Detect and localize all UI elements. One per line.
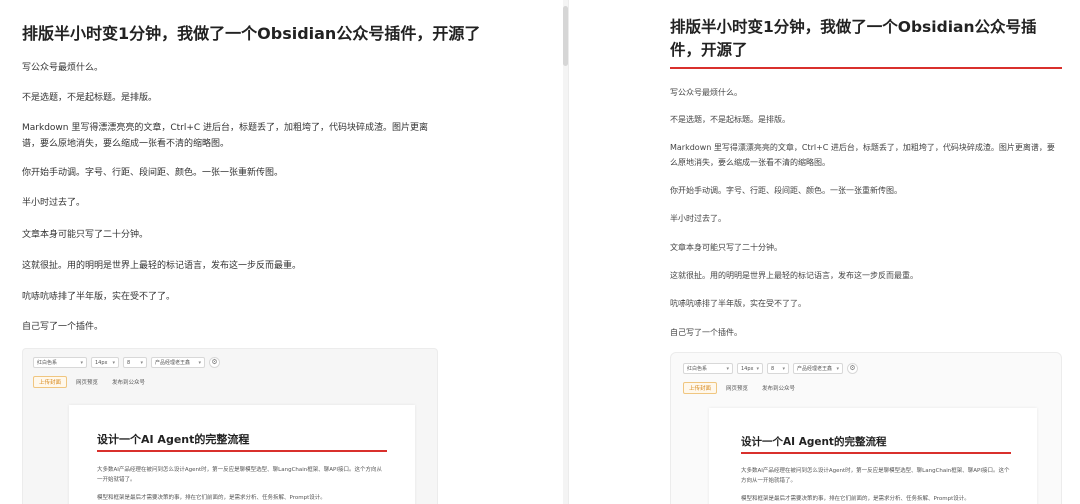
editor-paragraph: 吭哧吭哧排了半年版，实在受不了了。 bbox=[22, 292, 176, 302]
gear-icon: ⚙ bbox=[847, 363, 858, 374]
preview-paragraph: 模型和框架是最后才需要决策的事，排在它们前面的，是需求分析、任务拆解、Promp… bbox=[97, 495, 326, 501]
font-size-select: 14px ▾ bbox=[91, 357, 119, 368]
chevron-down-icon: ▾ bbox=[836, 365, 839, 372]
editor-paragraph: 文章本身可能只写了二十分钟。 bbox=[22, 230, 149, 240]
chevron-down-icon: ▾ bbox=[726, 365, 729, 372]
plugin-screenshot: 红白色系 ▾ 14px ▾ 8 ▾ 产品经理老王鑫 ▾ ⚙ 上传封面 网页预览 发布到公… bbox=[22, 348, 438, 504]
account-select: 产品经理老王鑫 ▾ bbox=[151, 357, 205, 368]
preview-article-paragraph: 写公众号最烦什么。 bbox=[670, 88, 742, 97]
preview-title-underline bbox=[741, 452, 1011, 454]
editor-paragraph: 自己写了一个插件。 bbox=[22, 322, 104, 332]
preview-title: 设计一个AI Agent的完整流程 bbox=[97, 433, 250, 446]
publish-button: 发布到公众号 bbox=[112, 380, 146, 386]
editor-paragraph: 写公众号最烦什么。 bbox=[22, 63, 104, 73]
web-preview-button: 网页预览 bbox=[76, 380, 99, 386]
chevron-down-icon: ▾ bbox=[756, 365, 760, 372]
publish-button: 发布到公众号 bbox=[762, 386, 796, 392]
preview-article-paragraph: 这就很扯。用的明明是世界上最轻的标记语言，发布这一步反而最重。 bbox=[670, 271, 918, 280]
editor-paragraph: 半小时过去了。 bbox=[22, 198, 86, 208]
preview-article-paragraph: 不是选题，不是起标题。是排版。 bbox=[670, 115, 790, 124]
plugin-actions: 上传封面 网页预览 发布到公众号 bbox=[683, 382, 800, 394]
title-underline bbox=[670, 67, 1062, 69]
editor-paragraph: 不是选题，不是起标题。是排版。 bbox=[22, 93, 158, 103]
upload-cover-button: 上传封面 bbox=[683, 382, 718, 394]
plugin-toolbar: 红白色系 ▾ 14px ▾ 8 ▾ 产品经理老王鑫 ▾ ⚙ bbox=[33, 357, 220, 368]
chevron-down-icon: ▾ bbox=[140, 359, 143, 366]
spacing-select: 8 ▾ bbox=[767, 363, 789, 374]
preview-article-paragraph: 文章本身可能只写了二十分钟。 bbox=[670, 243, 782, 252]
preview-paragraph: 模型和框架是最后才需要决策的事，排在它们前面的，是需求分析、任务拆解、Promp… bbox=[741, 496, 970, 502]
preview-article-paragraph: 吭哧吭哧排了半年版，实在受不了了。 bbox=[670, 299, 806, 308]
preview-paragraph: 大多数AI产品经理在被问到怎么设计Agent时，第一反应是聊模型选型、聊Lang… bbox=[741, 468, 1010, 484]
chevron-down-icon: ▾ bbox=[80, 359, 83, 366]
chevron-down-icon: ▾ bbox=[112, 359, 115, 366]
preview-article-paragraph: 你开始手动调。字号、行距、段间距、颜色。一张一张重新传图。 bbox=[670, 186, 902, 195]
font-size-select: 14px ▾ bbox=[737, 363, 763, 374]
plugin-toolbar: 红白色系 ▾ 14px ▾ 8 ▾ 产品经理老王鑫 ▾ ⚙ bbox=[683, 363, 858, 374]
preview-title: 设计一个AI Agent的完整流程 bbox=[741, 436, 887, 448]
preview-card: 设计一个AI Agent的完整流程 大多数AI产品经理在被问到怎么设计Agent… bbox=[709, 408, 1037, 504]
preview-title-underline bbox=[97, 450, 387, 452]
preview-pane[interactable]: 排版半小时变1分钟，我做了一个Obsidian公众号插件，开源了 写公众号最烦什… bbox=[570, 0, 1080, 504]
preview-article-paragraph: 半小时过去了。 bbox=[670, 214, 726, 223]
preview-paragraph: 大多数AI产品经理在被问到怎么设计Agent时，第一反应是聊模型选型、聊Lang… bbox=[97, 467, 382, 483]
preview-article-paragraph: Markdown 里写得漂漂亮亮的文章，Ctrl+C 进后台，标题丢了，加粗垮了… bbox=[670, 143, 1055, 167]
theme-select: 红白色系 ▾ bbox=[33, 357, 87, 368]
plugin-actions: 上传封面 网页预览 发布到公众号 bbox=[33, 376, 150, 388]
editor-paragraph: 这就很扯。用的明明是世界上最轻的标记语言，发布这一步反而最重。 bbox=[22, 261, 302, 271]
theme-select: 红白色系 ▾ bbox=[683, 363, 733, 374]
editor-pane[interactable]: 排版半小时变1分钟，我做了一个Obsidian公众号插件，开源了 写公众号最烦什… bbox=[0, 0, 562, 504]
gear-icon: ⚙ bbox=[209, 357, 220, 368]
editor-paragraph: Markdown 里写得漂漂亮亮的文章，Ctrl+C 进后台，标题丢了，加粗垮了… bbox=[22, 123, 429, 149]
editor-paragraph: 你开始手动调。字号、行距、段间距、颜色。一张一张重新传图。 bbox=[22, 168, 284, 178]
chevron-down-icon: ▾ bbox=[198, 359, 201, 366]
spacing-select: 8 ▾ bbox=[123, 357, 147, 368]
preview-article-title: 排版半小时变1分钟，我做了一个Obsidian公众号插件，开源了 bbox=[670, 18, 1037, 59]
pane-divider bbox=[568, 0, 569, 504]
upload-cover-button: 上传封面 bbox=[33, 376, 68, 388]
plugin-screenshot: 红白色系 ▾ 14px ▾ 8 ▾ 产品经理老王鑫 ▾ ⚙ 上传封面 网页预览 发布到公… bbox=[670, 352, 1062, 504]
article-title: 排版半小时变1分钟，我做了一个Obsidian公众号插件，开源了 bbox=[22, 24, 481, 43]
preview-article-paragraph: 自己写了一个插件。 bbox=[670, 328, 742, 337]
chevron-down-icon: ▾ bbox=[782, 365, 785, 372]
account-select: 产品经理老王鑫 ▾ bbox=[793, 363, 843, 374]
web-preview-button: 网页预览 bbox=[726, 386, 749, 392]
preview-card: 设计一个AI Agent的完整流程 大多数AI产品经理在被问到怎么设计Agent… bbox=[69, 405, 415, 504]
